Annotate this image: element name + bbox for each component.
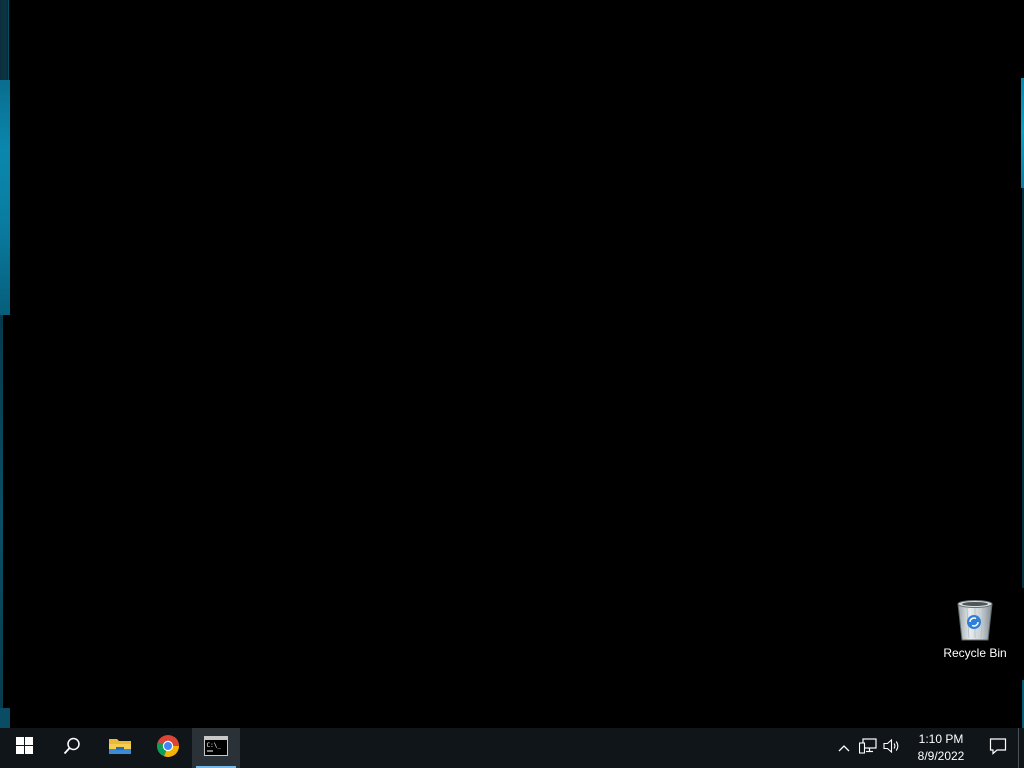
start-button[interactable]: [0, 728, 48, 768]
chevron-up-icon: [838, 739, 850, 757]
taskbar-clock[interactable]: 1:10 PM 8/9/2022: [904, 728, 978, 768]
folder-icon: [108, 736, 132, 761]
clock-time: 1:10 PM: [918, 732, 964, 746]
desktop-icon-recycle-bin[interactable]: Recycle Bin: [938, 598, 1012, 672]
desktop-icon-label: Recycle Bin: [943, 646, 1007, 660]
chrome-icon: [156, 734, 180, 763]
taskbar-chrome[interactable]: [144, 728, 192, 768]
action-center-button[interactable]: [978, 728, 1018, 768]
search-button[interactable]: [48, 728, 96, 768]
svg-text:C:\_: C:\_: [207, 742, 222, 749]
taskbar-file-explorer[interactable]: [96, 728, 144, 768]
terminal-icon: C:\_: [204, 735, 228, 761]
wallpaper-edge: [0, 708, 10, 728]
wallpaper-edge: [0, 315, 3, 728]
show-desktop-button[interactable]: [1018, 728, 1024, 768]
volume-button[interactable]: [880, 728, 904, 768]
taskbar-command-prompt[interactable]: C:\_: [192, 728, 240, 768]
desktop[interactable]: Recycle Bin: [0, 0, 1024, 728]
window-edge: [8, 0, 9, 80]
taskbar: C:\_ 1:10 PM 8/9/2022: [0, 728, 1024, 768]
clock-date: 8/9/2022: [917, 749, 965, 763]
windows-logo-icon: [15, 737, 33, 759]
network-button[interactable]: [856, 728, 880, 768]
search-icon: [63, 737, 81, 760]
volume-icon: [883, 738, 901, 759]
wallpaper-edge: [0, 80, 10, 315]
system-tray: 1:10 PM 8/9/2022: [832, 728, 1024, 768]
recycle-bin-icon: [954, 598, 996, 642]
network-icon: [858, 737, 877, 759]
show-hidden-icons-button[interactable]: [832, 728, 856, 768]
notification-icon: [989, 737, 1007, 760]
